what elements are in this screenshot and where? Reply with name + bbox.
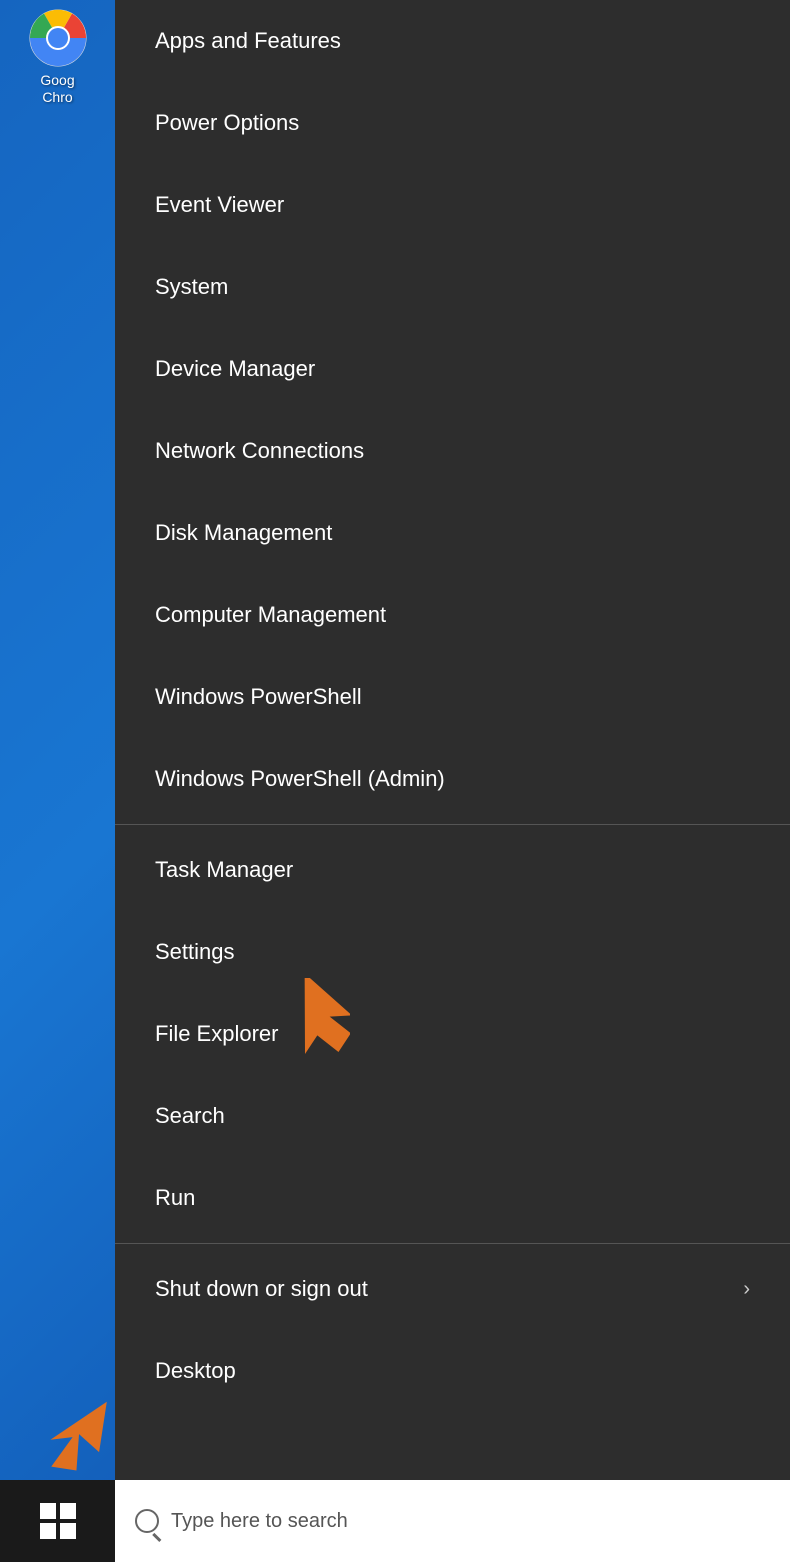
menu-item-label-search: Search — [155, 1103, 225, 1129]
chrome-logo-icon — [28, 8, 88, 68]
menu-item-label-event-viewer: Event Viewer — [155, 192, 284, 218]
menu-item-label-computer-management: Computer Management — [155, 602, 386, 628]
taskbar: Type here to search — [0, 1480, 790, 1562]
menu-item-label-windows-powershell: Windows PowerShell — [155, 684, 362, 710]
windows-logo-icon — [40, 1503, 76, 1539]
menu-item-label-network-connections: Network Connections — [155, 438, 364, 464]
menu-item-label-task-manager: Task Manager — [155, 857, 293, 883]
search-placeholder-text: Type here to search — [171, 1510, 348, 1533]
menu-divider-after-run — [115, 1243, 790, 1244]
menu-item-label-desktop: Desktop — [155, 1358, 236, 1384]
menu-item-arrow-shut-down-or-sign-out: › — [743, 1278, 750, 1301]
menu-item-search[interactable]: Search — [115, 1075, 790, 1157]
menu-item-label-windows-powershell-admin: Windows PowerShell (Admin) — [155, 766, 445, 792]
menu-item-label-power-options: Power Options — [155, 110, 299, 136]
chrome-label: Goog Chro — [40, 72, 74, 106]
menu-item-settings[interactable]: Settings — [115, 911, 790, 993]
menu-item-event-viewer[interactable]: Event Viewer — [115, 164, 790, 246]
menu-item-network-connections[interactable]: Network Connections — [115, 410, 790, 492]
chrome-icon-area: Goog Chro — [0, 0, 115, 115]
menu-divider-after-windows-powershell-admin — [115, 824, 790, 825]
start-button[interactable] — [0, 1480, 115, 1562]
menu-item-windows-powershell-admin[interactable]: Windows PowerShell (Admin) — [115, 738, 790, 820]
menu-item-label-file-explorer: File Explorer — [155, 1021, 278, 1047]
search-icon — [135, 1509, 159, 1533]
menu-item-label-system: System — [155, 274, 228, 300]
menu-item-file-explorer[interactable]: File Explorer — [115, 993, 790, 1075]
menu-item-label-settings: Settings — [155, 939, 235, 965]
menu-item-computer-management[interactable]: Computer Management — [115, 574, 790, 656]
menu-item-label-disk-management: Disk Management — [155, 520, 332, 546]
menu-item-windows-powershell[interactable]: Windows PowerShell — [115, 656, 790, 738]
menu-item-desktop[interactable]: Desktop — [115, 1330, 790, 1412]
menu-item-label-device-manager: Device Manager — [155, 356, 315, 382]
menu-item-disk-management[interactable]: Disk Management — [115, 492, 790, 574]
menu-item-device-manager[interactable]: Device Manager — [115, 328, 790, 410]
menu-item-shut-down-or-sign-out[interactable]: Shut down or sign out › — [115, 1248, 790, 1330]
menu-item-run[interactable]: Run — [115, 1157, 790, 1239]
menu-item-apps-and-features[interactable]: Apps and Features — [115, 0, 790, 82]
context-menu: Apps and Features Power Options Event View… — [115, 0, 790, 1480]
menu-item-label-shut-down-or-sign-out: Shut down or sign out — [155, 1276, 368, 1302]
menu-item-power-options[interactable]: Power Options — [115, 82, 790, 164]
menu-item-system[interactable]: System — [115, 246, 790, 328]
taskbar-search-bar[interactable]: Type here to search — [115, 1480, 790, 1562]
menu-item-task-manager[interactable]: Task Manager — [115, 829, 790, 911]
menu-item-label-apps-and-features: Apps and Features — [155, 28, 341, 54]
menu-item-label-run: Run — [155, 1185, 195, 1211]
